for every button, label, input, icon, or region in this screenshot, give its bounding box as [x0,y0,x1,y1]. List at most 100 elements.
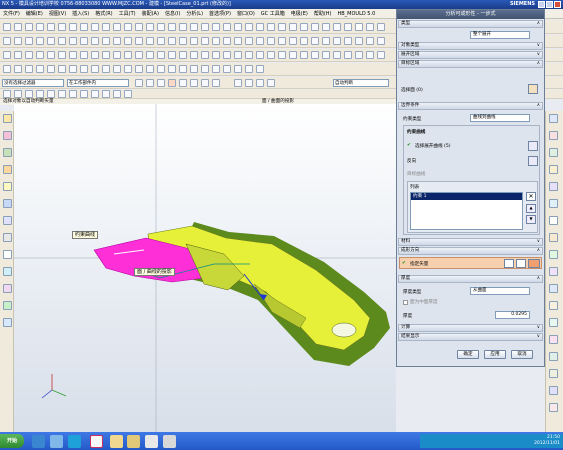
section-result[interactable]: 结果显示 ∨ [398,333,543,341]
roles-icon[interactable] [3,267,12,276]
check-icon[interactable] [377,37,385,45]
modeling-icon[interactable] [245,65,253,73]
menu-tools[interactable]: 工具(T) [119,10,136,17]
folder-app-icon[interactable] [110,435,123,448]
line-icon[interactable] [14,23,22,31]
bend-icon[interactable] [179,51,187,59]
circle-snap-icon[interactable] [69,90,77,98]
object-display-icon[interactable] [190,65,198,73]
curve-mesh-icon[interactable] [14,51,22,59]
trim-icon[interactable] [91,23,99,31]
drafting-icon[interactable] [234,65,242,73]
inference-dropdown[interactable]: 自动判断 [333,79,389,87]
wrap-icon[interactable] [168,23,176,31]
arc-icon[interactable] [25,23,33,31]
section-object-type[interactable]: 对象类型 ∨ [398,42,543,50]
scope-dropdown[interactable]: 在工作部件内 [67,79,129,87]
thickness-type-dropdown[interactable]: 从曲面 [470,287,530,295]
clip-section-icon[interactable] [157,65,165,73]
offset-face-icon[interactable] [300,23,308,31]
trim-body-icon[interactable] [190,37,198,45]
section-icon[interactable] [157,23,165,31]
menu-window[interactable]: 窗口(O) [237,10,255,17]
reverse-direction-icon[interactable] [528,156,538,166]
offset-curve-icon[interactable] [80,23,88,31]
move-down-icon[interactable]: ▼ [526,215,536,224]
process-studio-icon[interactable] [3,250,12,259]
deviation-icon[interactable] [549,182,558,191]
styled-blend-icon[interactable] [80,51,88,59]
paste-icon[interactable] [47,65,55,73]
plane-icon[interactable] [36,90,44,98]
label-icon[interactable] [344,37,352,45]
extension-icon[interactable] [124,51,132,59]
synchronous-icon[interactable] [333,37,341,45]
extend-icon[interactable] [102,23,110,31]
section-material[interactable]: 材料 ∨ [398,238,543,246]
cut-icon[interactable] [25,65,33,73]
check-geometry-icon[interactable] [549,369,558,378]
training-icon[interactable] [3,318,12,327]
snap-intersect-icon[interactable] [256,79,264,87]
project-icon[interactable] [135,23,143,31]
intersect-icon[interactable] [146,23,154,31]
hole-icon[interactable] [25,37,33,45]
layer-icon[interactable] [366,23,374,31]
part-navigator-icon[interactable] [3,148,12,157]
highlight-lines-icon[interactable] [549,318,558,327]
snap-existing-icon[interactable] [267,79,275,87]
invert-show-icon[interactable] [179,65,187,73]
constraint-type-dropdown[interactable]: 曲线到曲线 [470,114,530,122]
unbend-icon[interactable] [190,51,198,59]
constraint-navigator-icon[interactable] [3,131,12,140]
number-field-icon[interactable] [355,23,363,31]
close-button[interactable] [554,1,561,8]
tangent-icon[interactable] [91,90,99,98]
draft-icon[interactable] [157,37,165,45]
circle-icon[interactable] [36,23,44,31]
shell-app-icon[interactable] [50,435,63,448]
text-icon[interactable] [69,23,77,31]
trim-line-icon[interactable] [333,51,341,59]
louver-icon[interactable] [223,51,231,59]
curve-select-icon[interactable] [528,141,538,151]
section-expand-region[interactable]: 展开区域 ∨ [398,51,543,59]
rebend-icon[interactable] [201,51,209,59]
mirror-curve-icon[interactable] [256,23,264,31]
analysis-icon[interactable] [366,37,374,45]
through-curves-icon[interactable] [3,51,11,59]
blank-icon[interactable] [289,51,297,59]
n-sided-icon[interactable] [47,51,55,59]
draft-analysis-icon[interactable] [549,216,558,225]
split-body-icon[interactable] [201,37,209,45]
examine-icon[interactable] [549,386,558,395]
springback-icon[interactable] [366,51,374,59]
bounded-plane-icon[interactable] [58,51,66,59]
boss-icon[interactable] [36,37,44,45]
specify-vector-row[interactable]: ✔ 指定矢量 [399,257,542,269]
type-dropdown[interactable]: 整个展开 [470,31,530,39]
extract-body-icon[interactable] [256,37,264,45]
select-filter-icon[interactable] [135,79,143,87]
shape-studio-icon[interactable] [549,114,558,123]
target-icon[interactable] [80,90,88,98]
move-up-icon[interactable]: ▲ [526,204,536,213]
unite-icon[interactable] [102,37,110,45]
isoparametric-icon[interactable] [201,23,209,31]
menu-help[interactable]: 帮助(H) [314,10,332,17]
trim-sheet-icon[interactable] [135,51,143,59]
cancel-button[interactable]: 取消 [511,350,533,359]
bounding-box-icon[interactable] [113,90,121,98]
section-type[interactable]: 类型 ∧ [398,20,543,28]
law-curve-icon[interactable] [190,23,198,31]
join-icon[interactable] [124,23,132,31]
corner-icon[interactable] [256,51,264,59]
die-face-icon[interactable] [300,51,308,59]
bridge-icon[interactable] [113,23,121,31]
move-face-icon[interactable] [311,37,319,45]
menu-file[interactable]: 文件(F) [3,10,20,17]
flat-pattern-icon[interactable] [267,51,275,59]
vector-constructor-icon[interactable] [516,259,526,268]
select-all-icon[interactable] [146,79,154,87]
ok-button[interactable]: 确定 [457,350,479,359]
